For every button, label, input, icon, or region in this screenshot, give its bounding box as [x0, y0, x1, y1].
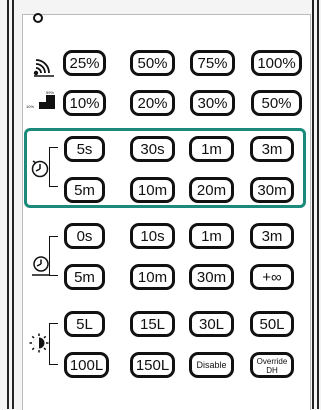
dimmer-min-label: 10%: [26, 104, 35, 109]
timer-1m-button[interactable]: 1m: [189, 136, 234, 162]
left-edge-line: [7, 0, 9, 409]
timer-30s-button[interactable]: 30s: [130, 136, 175, 162]
delay-3m-button[interactable]: 3m: [250, 223, 294, 249]
delay-10s-button[interactable]: 10s: [130, 223, 175, 249]
dimmer-level-icon: 99% 10%: [25, 90, 59, 112]
status-led-icon: [33, 13, 43, 23]
signal-75-button[interactable]: 75%: [190, 50, 235, 76]
timer-group-bracket: [49, 147, 58, 187]
off-delay-group-bracket: [49, 236, 58, 276]
delay-5m-button[interactable]: 5m: [64, 264, 105, 290]
lux-30-button[interactable]: 30L: [189, 311, 234, 337]
dimmer-max-label: 99%: [46, 90, 55, 95]
timer-30m-button[interactable]: 30m: [250, 177, 294, 203]
lux-150-button[interactable]: 150L: [130, 352, 175, 378]
override-dh-button[interactable]: Override DH: [250, 352, 294, 378]
dimmer-10-button[interactable]: 10%: [63, 90, 106, 116]
daylight-disable-button[interactable]: Disable: [189, 352, 234, 378]
timer-5s-button[interactable]: 5s: [64, 136, 105, 162]
timer-10m-button[interactable]: 10m: [130, 177, 175, 203]
dimmer-20-button[interactable]: 20%: [130, 90, 175, 116]
right-edge-line: [312, 0, 314, 409]
delay-10m-button[interactable]: 10m: [130, 264, 175, 290]
left-edge-line-inner: [12, 0, 14, 409]
daylight-sensor-icon: [29, 333, 49, 353]
delay-infinite-button[interactable]: +∞: [250, 264, 294, 290]
lux-15-button[interactable]: 15L: [130, 311, 175, 337]
delay-30m-button[interactable]: 30m: [189, 264, 234, 290]
lux-5-button[interactable]: 5L: [64, 311, 105, 337]
signal-strength-icon: [33, 59, 54, 77]
right-edge-line-outer: [317, 0, 319, 409]
timer-5m-button[interactable]: 5m: [64, 177, 105, 203]
timer-20m-button[interactable]: 20m: [189, 177, 234, 203]
timer-clock-icon: [31, 160, 49, 178]
remote-frame: 25% 50% 75% 100% 99% 10% 10% 20% 30% 50%…: [0, 0, 321, 410]
delay-0s-button[interactable]: 0s: [64, 223, 105, 249]
lux-50-button[interactable]: 50L: [250, 311, 294, 337]
signal-50-button[interactable]: 50%: [130, 50, 175, 76]
timer-3m-button[interactable]: 3m: [250, 136, 294, 162]
signal-25-button[interactable]: 25%: [63, 50, 106, 76]
daylight-group-bracket: [49, 323, 58, 365]
dimmer-30-button[interactable]: 30%: [190, 90, 235, 116]
lux-100-button[interactable]: 100L: [64, 352, 109, 378]
signal-100-button[interactable]: 100%: [251, 50, 302, 76]
delay-1m-button[interactable]: 1m: [189, 223, 234, 249]
override-dh-label-line2: DH: [266, 365, 278, 375]
override-dh-label-line1: Override: [256, 356, 288, 366]
dimmer-50-button[interactable]: 50%: [251, 90, 302, 116]
